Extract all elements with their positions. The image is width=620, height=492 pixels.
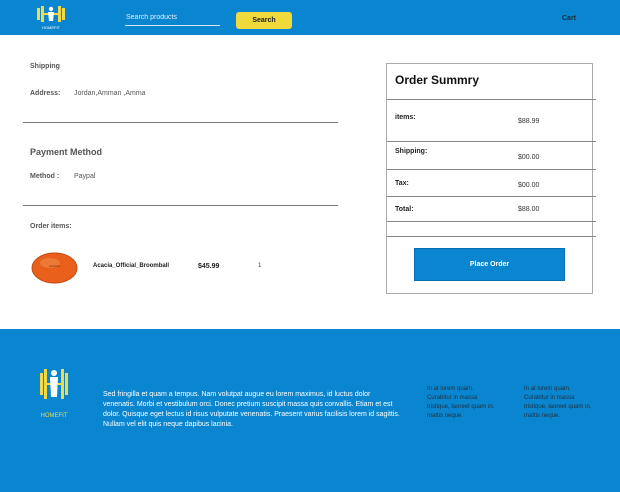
divider	[387, 196, 596, 197]
search-button[interactable]: Search	[236, 12, 292, 29]
method-value: Paypal	[74, 173, 96, 180]
items-label: items:	[395, 114, 416, 121]
shipping-cost-value: $00.00	[518, 154, 540, 161]
order-summary-title: Order Summry	[395, 73, 480, 87]
footer-column-2: In at lorem quam. Curabitur in massa tri…	[524, 386, 592, 419]
place-order-button[interactable]: Place Order	[414, 248, 565, 281]
broomball-image: ACACIA	[31, 252, 78, 284]
divider	[387, 221, 596, 222]
item-quantity: 1	[258, 263, 262, 269]
address-label: Address:	[30, 90, 61, 97]
search-input[interactable]	[125, 10, 220, 26]
divider	[387, 169, 596, 170]
order-summary-card: Order Summry items: $88.99 Shipping: $00…	[386, 63, 596, 294]
item-price: $45.99	[198, 263, 220, 270]
address-value: Jordan,Amman ,Amma	[74, 90, 146, 97]
divider	[387, 141, 596, 142]
cart-link[interactable]: Cart	[562, 15, 576, 22]
homefit-logo[interactable]: HOMEFIT	[34, 3, 68, 31]
footer-description: Sed fringilla et quam a tempus. Nam volu…	[103, 391, 400, 428]
total-label: Total:	[395, 206, 414, 213]
footer-logo-text: HOMEFIT	[41, 413, 68, 419]
svg-text:ACACIA: ACACIA	[49, 264, 60, 268]
method-label: Method :	[30, 173, 60, 180]
homefit-footer-logo[interactable]: HOMEFIT	[38, 363, 70, 421]
items-value: $88.99	[518, 118, 540, 125]
footer: HOMEFIT Sed fringilla et quam a tempus. …	[0, 329, 620, 492]
shipping-heading: Shipping	[30, 63, 60, 70]
order-items-heading: Order items:	[30, 223, 72, 230]
divider	[23, 122, 338, 123]
payment-heading: Payment Method	[30, 147, 103, 157]
divider	[387, 236, 596, 237]
shipping-cost-label: Shipping:	[395, 148, 428, 155]
tax-value: $00.00	[518, 182, 540, 189]
logo-text: HOMEFIT	[42, 25, 61, 30]
item-name[interactable]: Acacia_Official_Broomball	[93, 263, 169, 269]
divider	[387, 99, 596, 100]
tax-label: Tax:	[395, 180, 409, 187]
total-value: $88.00	[518, 206, 540, 213]
top-navbar: HOMEFIT Search Cart	[0, 0, 620, 35]
footer-column-1: In at lorem quam. Curabitur in massa tri…	[427, 386, 495, 419]
divider	[23, 205, 338, 206]
